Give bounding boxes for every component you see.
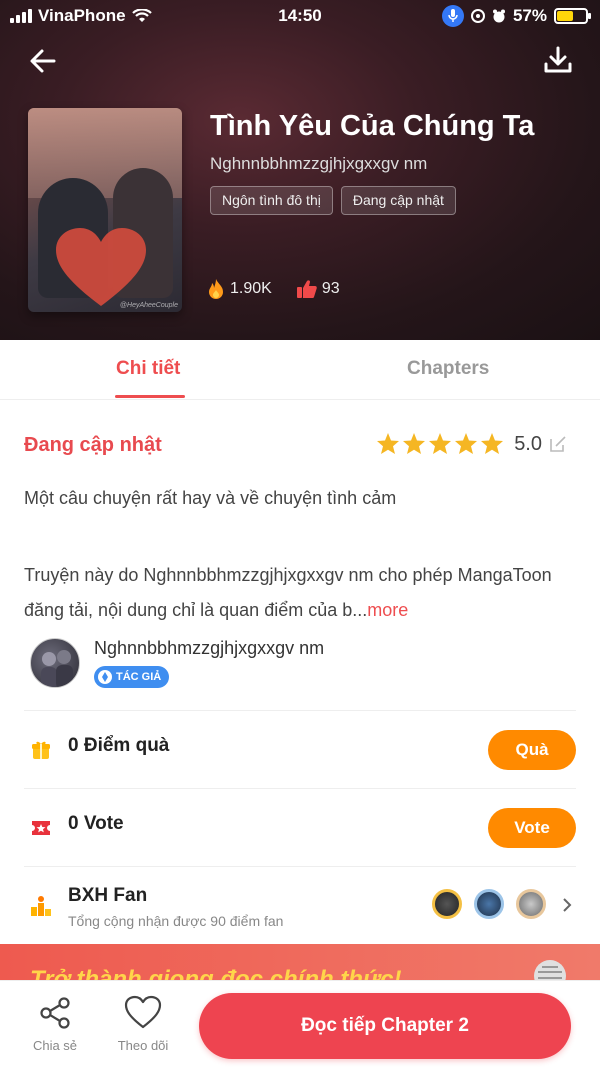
book-description: Một câu chuyện rất hay và về chuyện tình… [24, 488, 397, 508]
book-cover: @HeyAheeCouple [28, 108, 182, 312]
tab-details[interactable]: Chi tiết [116, 340, 180, 400]
download-icon[interactable] [542, 44, 574, 76]
tab-chapters[interactable]: Chapters [407, 340, 489, 400]
book-author[interactable]: Nghnnbbhmzzgjhjxgxxgv nm [210, 154, 427, 174]
author-badge-label: TÁC GIẢ [116, 671, 162, 683]
book-stats: 1.90K 93 [206, 278, 364, 300]
follow-label: Theo dõi [117, 1038, 169, 1053]
heart-icon [124, 995, 162, 1029]
back-arrow-icon[interactable] [26, 44, 60, 78]
alarm-icon [492, 9, 505, 23]
chevron-right-icon [563, 898, 572, 912]
gift-points: 0 Điểm quà [68, 735, 170, 756]
status-bar: VinaPhone 14:50 57% [0, 0, 600, 32]
at-icon [470, 9, 485, 23]
avatar[interactable] [474, 889, 504, 919]
follow-button[interactable]: Theo dõi [108, 995, 178, 1053]
vote-button[interactable]: Vote [488, 808, 576, 848]
gift-icon [32, 741, 50, 759]
share-icon [40, 997, 70, 1029]
cover-watermark: @HeyAheeCouple [119, 302, 178, 309]
edit-icon[interactable] [548, 434, 568, 454]
avatar[interactable] [30, 638, 80, 688]
share-label: Chia sẻ [32, 1038, 78, 1053]
author-name[interactable]: Nghnnbbhmzzgjhjxgxxgv nm [94, 638, 324, 659]
copyright-notice: Truyện này do Nghnnbbhmzzgjhjxgxxgv nm c… [24, 558, 576, 628]
fan-points-summary: Tổng cộng nhận được 90 điểm fan [68, 913, 284, 929]
book-title: Tình Yêu Của Chúng Ta [210, 110, 535, 142]
avatar[interactable] [516, 889, 546, 919]
pen-nib-icon [98, 670, 112, 684]
more-link[interactable]: more [367, 600, 408, 620]
notice-text: Truyện này do Nghnnbbhmzzgjhjxgxxgv nm c… [24, 565, 552, 620]
rating[interactable]: 5.0 [376, 432, 568, 456]
stars-icon [377, 433, 504, 454]
views-count: 1.90K [230, 280, 272, 297]
ticket-icon [32, 821, 50, 835]
mic-icon [441, 5, 464, 27]
gift-row: 0 Điểm quà Quà [24, 710, 576, 788]
fan-ranking-row[interactable]: BXH Fan Tổng cộng nhận được 90 điểm fan [24, 866, 576, 946]
continue-reading-button[interactable]: Đọc tiếp Chapter 2 [199, 993, 571, 1059]
trophy-icon [31, 896, 51, 916]
vote-count: 0 Vote [68, 813, 124, 834]
author-badge: TÁC GIẢ [94, 666, 170, 688]
tab-bar: Chi tiết Chapters [0, 340, 600, 400]
book-header: VinaPhone 14:50 57% @HeyAheeCouple Tình … [0, 0, 600, 340]
tag-list: Ngôn tình đô thị Đang cập nhật [210, 186, 456, 215]
promo-banner[interactable]: Trở thành giọng đọc chính thức! [0, 944, 600, 984]
avatar[interactable] [432, 889, 462, 919]
update-status: Đang cập nhật [24, 434, 162, 456]
fan-ranking-title: BXH Fan [68, 885, 148, 906]
heart-shape [56, 228, 146, 306]
vote-row: 0 Vote Vote [24, 788, 576, 866]
top-fans [432, 889, 546, 919]
share-button[interactable]: Chia sẻ [20, 995, 90, 1053]
rating-value: 5.0 [514, 432, 542, 455]
battery-percent: 57% [512, 6, 547, 25]
battery-icon [554, 8, 591, 24]
thumbs-up-icon [296, 280, 317, 298]
author-card[interactable]: Nghnnbbhmzzgjhjxgxxgv nm TÁC GIẢ [30, 636, 576, 696]
bottom-action-bar: Chia sẻ Theo dõi Đọc tiếp Chapter 2 [0, 980, 600, 1067]
gift-button[interactable]: Quà [488, 730, 576, 770]
tag-status[interactable]: Đang cập nhật [340, 186, 456, 215]
likes-count: 93 [321, 280, 340, 297]
fire-icon [209, 279, 223, 299]
tag-genre[interactable]: Ngôn tình đô thị [210, 186, 333, 215]
tab-indicator [115, 395, 185, 398]
